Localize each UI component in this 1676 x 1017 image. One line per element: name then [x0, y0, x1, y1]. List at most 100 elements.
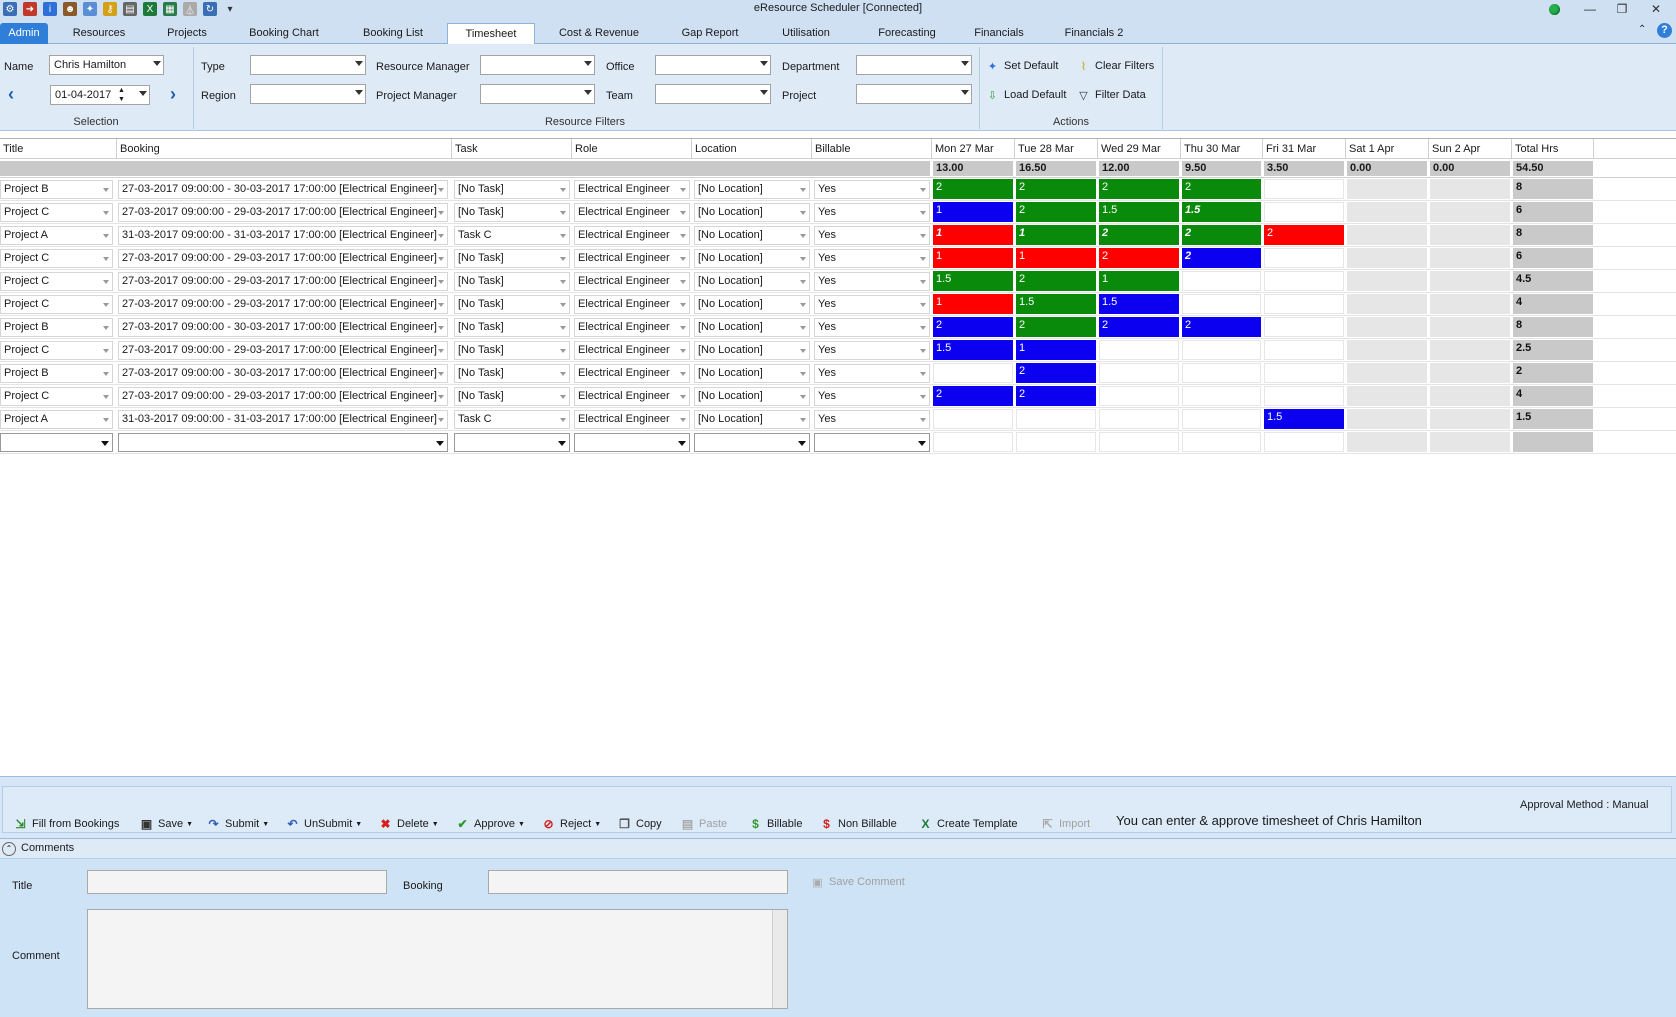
- hours-cell[interactable]: [1182, 386, 1261, 406]
- copy-button[interactable]: ❐ Copy: [617, 815, 662, 833]
- task-cell[interactable]: [No Task]: [454, 364, 570, 383]
- hours-cell[interactable]: [933, 363, 1013, 383]
- title-cell[interactable]: Project A: [0, 410, 113, 429]
- hours-cell[interactable]: 2: [1182, 248, 1261, 268]
- comment-textarea[interactable]: [87, 909, 788, 1009]
- date-spinner-icon[interactable]: ▲ ▼: [118, 86, 125, 104]
- tab-gap-report[interactable]: Gap Report: [669, 23, 751, 44]
- save-button[interactable]: ▣ Save ▼: [139, 815, 193, 833]
- tab-financials[interactable]: Financials: [964, 23, 1034, 44]
- task-cell[interactable]: [No Task]: [454, 249, 570, 268]
- comment-booking-input[interactable]: [488, 870, 788, 894]
- role-cell[interactable]: Electrical Engineer: [574, 226, 690, 245]
- hours-cell[interactable]: [1430, 409, 1510, 429]
- title-cell[interactable]: Project A: [0, 226, 113, 245]
- hours-cell[interactable]: [1016, 432, 1096, 452]
- billable-cell[interactable]: Yes: [814, 272, 930, 291]
- clear-filters-button[interactable]: ⌇ Clear Filters: [1076, 57, 1154, 75]
- type-select[interactable]: [250, 55, 366, 75]
- hours-cell[interactable]: [1182, 271, 1261, 291]
- hours-cell[interactable]: [1099, 340, 1179, 360]
- booking-cell[interactable]: 31-03-2017 09:00:00 - 31-03-2017 17:00:0…: [118, 410, 448, 429]
- title-cell[interactable]: Project B: [0, 364, 113, 383]
- hours-cell[interactable]: [1347, 179, 1427, 199]
- booking-cell[interactable]: 27-03-2017 09:00:00 - 29-03-2017 17:00:0…: [118, 341, 448, 360]
- hours-cell[interactable]: [1347, 202, 1427, 222]
- hours-cell[interactable]: 2: [1264, 225, 1344, 245]
- task-cell[interactable]: [No Task]: [454, 387, 570, 406]
- save-comment-button[interactable]: ▣ Save Comment: [810, 873, 905, 891]
- hours-cell[interactable]: [1347, 432, 1427, 452]
- hours-cell[interactable]: 2: [1182, 317, 1261, 337]
- billable-cell[interactable]: [814, 433, 930, 452]
- column-header-day[interactable]: Thu 30 Mar: [1181, 139, 1263, 159]
- role-cell[interactable]: Electrical Engineer: [574, 364, 690, 383]
- comment-scrollbar[interactable]: [772, 910, 787, 1008]
- billable-cell[interactable]: Yes: [814, 341, 930, 360]
- booking-cell[interactable]: 27-03-2017 09:00:00 - 29-03-2017 17:00:0…: [118, 203, 448, 222]
- billable-button[interactable]: $ Billable: [748, 815, 802, 833]
- tab-financials-2[interactable]: Financials 2: [1053, 23, 1135, 44]
- title-cell[interactable]: Project C: [0, 249, 113, 268]
- task-cell[interactable]: [No Task]: [454, 295, 570, 314]
- hours-cell[interactable]: [1347, 409, 1427, 429]
- new-entry-row[interactable]: [0, 431, 1676, 454]
- team-select[interactable]: [655, 84, 771, 104]
- minimize-button[interactable]: —: [1575, 0, 1605, 18]
- region-select[interactable]: [250, 84, 366, 104]
- hours-cell[interactable]: [933, 432, 1013, 452]
- reject-button[interactable]: ⊘ Reject ▼: [541, 815, 601, 833]
- column-header-day[interactable]: Mon 27 Mar: [932, 139, 1015, 159]
- hours-cell[interactable]: [1264, 294, 1344, 314]
- hours-cell[interactable]: [1264, 340, 1344, 360]
- hours-cell[interactable]: [1347, 340, 1427, 360]
- comment-title-input[interactable]: [87, 870, 387, 894]
- title-cell[interactable]: Project B: [0, 180, 113, 199]
- booking-cell[interactable]: 27-03-2017 09:00:00 - 29-03-2017 17:00:0…: [118, 295, 448, 314]
- tab-cost-revenue[interactable]: Cost & Revenue: [549, 23, 649, 44]
- hours-cell[interactable]: [1430, 179, 1510, 199]
- column-header-day[interactable]: Sun 2 Apr: [1429, 139, 1512, 159]
- hours-cell[interactable]: 1.5: [1182, 202, 1261, 222]
- role-cell[interactable]: Electrical Engineer: [574, 387, 690, 406]
- hours-cell[interactable]: 2: [1016, 363, 1096, 383]
- next-week-arrow-icon[interactable]: ›: [170, 84, 176, 105]
- hours-cell[interactable]: 2: [1099, 248, 1179, 268]
- location-cell[interactable]: [No Location]: [694, 364, 810, 383]
- title-cell[interactable]: [0, 433, 113, 452]
- filter-data-button[interactable]: ▽ Filter Data: [1076, 86, 1145, 104]
- hours-cell[interactable]: [1430, 294, 1510, 314]
- location-cell[interactable]: [No Location]: [694, 226, 810, 245]
- hours-cell[interactable]: 1.5: [933, 340, 1013, 360]
- hours-cell[interactable]: [1182, 340, 1261, 360]
- title-cell[interactable]: Project C: [0, 341, 113, 360]
- role-cell[interactable]: Electrical Engineer: [574, 272, 690, 291]
- comments-header[interactable]: ⌃ Comments: [0, 839, 1676, 859]
- collapse-chevron-icon[interactable]: ⌃: [2, 842, 16, 856]
- create-template-button[interactable]: X Create Template: [918, 815, 1017, 833]
- hours-cell[interactable]: [1347, 317, 1427, 337]
- booking-cell[interactable]: 27-03-2017 09:00:00 - 30-03-2017 17:00:0…: [118, 180, 448, 199]
- hours-cell[interactable]: [1264, 248, 1344, 268]
- hours-cell[interactable]: 2: [1099, 225, 1179, 245]
- location-cell[interactable]: [No Location]: [694, 203, 810, 222]
- booking-cell[interactable]: 27-03-2017 09:00:00 - 29-03-2017 17:00:0…: [118, 249, 448, 268]
- submit-button[interactable]: ↷ Submit ▼: [206, 815, 269, 833]
- hours-cell[interactable]: 1.5: [1099, 294, 1179, 314]
- hours-cell[interactable]: [1264, 271, 1344, 291]
- tab-projects[interactable]: Projects: [152, 23, 222, 44]
- table-row[interactable]: Project C 27-03-2017 09:00:00 - 29-03-201…: [0, 339, 1676, 362]
- hours-cell[interactable]: [1430, 432, 1510, 452]
- hours-cell[interactable]: 2: [933, 179, 1013, 199]
- hours-cell[interactable]: [1264, 202, 1344, 222]
- column-header-day[interactable]: Sat 1 Apr: [1346, 139, 1429, 159]
- billable-cell[interactable]: Yes: [814, 318, 930, 337]
- hours-cell[interactable]: [1430, 248, 1510, 268]
- tab-forecasting[interactable]: Forecasting: [864, 23, 950, 44]
- hours-cell[interactable]: [933, 409, 1013, 429]
- hours-cell[interactable]: [1430, 386, 1510, 406]
- tab-timesheet[interactable]: Timesheet: [447, 23, 535, 45]
- role-cell[interactable]: Electrical Engineer: [574, 318, 690, 337]
- hours-cell[interactable]: 1: [1016, 248, 1096, 268]
- title-cell[interactable]: Project B: [0, 318, 113, 337]
